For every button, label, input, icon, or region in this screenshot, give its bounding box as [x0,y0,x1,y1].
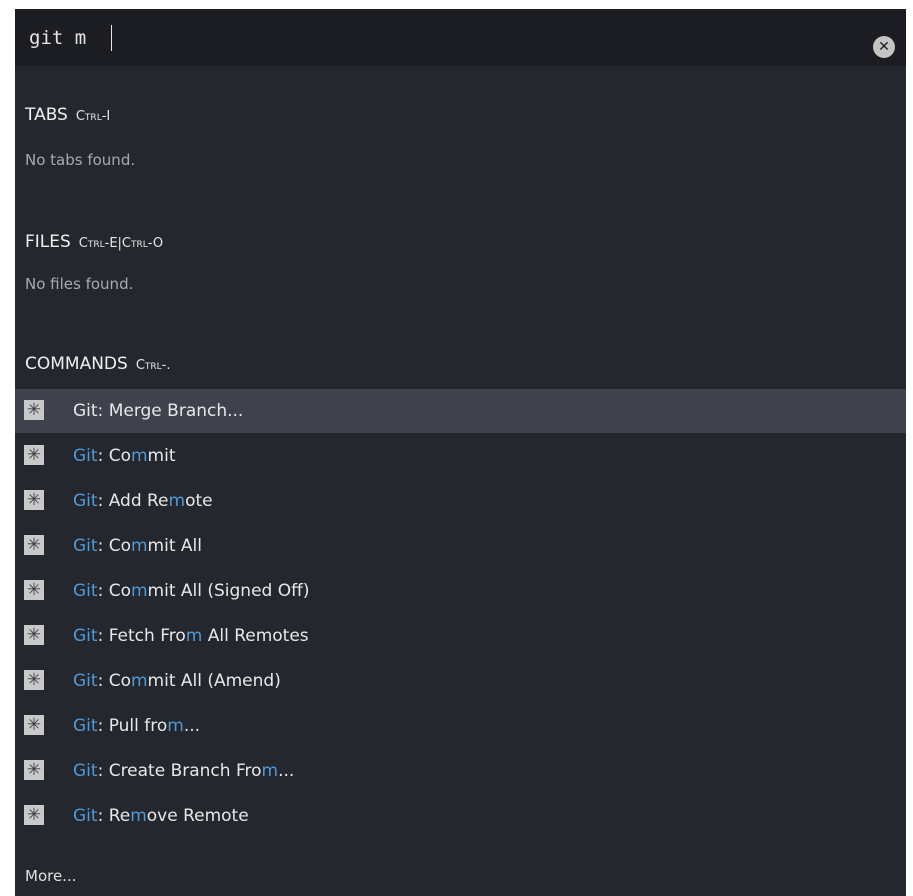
command-icon: ✳ [24,805,44,825]
command-palette: ✕ TABS Ctrl-I No tabs found. FILES Ctrl-E|… [15,9,906,896]
command-item[interactable]: ✳ Git: Fetch From All Remotes [15,614,906,658]
command-label: Git: Remove Remote [73,794,249,838]
search-bar: ✕ [15,9,906,66]
match-highlight: m [168,491,186,511]
command-label: Git: Commit All (Amend) [73,659,281,703]
label-text: : Create Branch Fro [97,761,262,781]
match-highlight: Git [73,536,98,556]
label-text: All Remotes [202,626,309,646]
label-text: : Re [97,806,131,826]
clear-search-button[interactable]: ✕ [873,36,895,58]
match-highlight: m [130,446,148,466]
commands-section-title: COMMANDS [25,354,128,374]
match-highlight: Git [73,671,98,691]
tabs-shortcut: Ctrl-I [75,109,111,124]
label-text: mit [147,446,176,466]
command-icon: ✳ [24,625,44,645]
tabs-section-title: TABS [25,105,68,125]
label-text: : Pull fro [97,716,168,736]
match-highlight: Git [73,761,98,781]
command-item[interactable]: ✳ Git: Remove Remote [15,794,906,838]
label-text: : Co [97,671,131,691]
search-input[interactable] [29,23,849,53]
match-highlight: Git [73,446,98,466]
label-text: : Fetch Fro [97,626,186,646]
command-item[interactable]: ✳ Git: Commit All [15,524,906,568]
command-icon: ✳ [24,670,44,690]
commands-section-header: COMMANDS Ctrl-. [25,351,171,377]
match-highlight: m [185,626,203,646]
match-highlight: Git [73,581,98,601]
command-item[interactable]: ✳ Git: Add Remote [15,479,906,523]
command-icon: ✳ [24,445,44,465]
command-item[interactable]: ✳ Git: Commit All (Signed Off) [15,569,906,613]
tabs-empty-message: No tabs found. [25,151,136,169]
label-text: ote [185,491,213,511]
match-highlight: m [130,536,148,556]
command-icon: ✳ [24,715,44,735]
command-item[interactable]: ✳ Git: Commit All (Amend) [15,659,906,703]
match-highlight: Git [73,491,98,511]
command-label: Git: Pull from... [73,704,200,748]
label-text: mit All (Signed Off) [147,581,310,601]
commands-shortcut: Ctrl-. [135,358,171,373]
match-highlight: Git [73,716,98,736]
command-icon: ✳ [24,490,44,510]
files-section-title: FILES [25,232,71,252]
label-text: Git: Merge Branch... [73,401,244,421]
command-icon: ✳ [24,580,44,600]
match-highlight: Git [73,626,98,646]
command-label: Git: Create Branch From... [73,749,294,793]
text-caret [111,25,112,51]
match-highlight: m [130,806,147,826]
label-text: : Co [97,446,131,466]
command-label: Git: Commit All [73,524,202,568]
label-text: mit All [147,536,202,556]
label-text: : Add Re [97,491,169,511]
command-label: Git: Commit All (Signed Off) [73,569,309,613]
command-icon: ✳ [24,535,44,555]
command-label: Git: Merge Branch... [73,389,243,433]
command-icon: ✳ [24,400,44,420]
match-highlight: m [261,761,279,781]
label-text: ove Remote [146,806,249,826]
command-label: Git: Fetch From All Remotes [73,614,309,658]
command-label: Git: Commit [73,434,175,478]
match-highlight: m [130,671,148,691]
command-label: Git: Add Remote [73,479,213,523]
tabs-section-header: TABS Ctrl-I [25,102,110,128]
label-text: : Co [97,536,131,556]
files-section-header: FILES Ctrl-E|Ctrl-O [25,229,163,255]
label-text: ... [278,761,295,781]
close-icon: ✕ [878,39,890,55]
label-text: ... [183,716,201,736]
match-highlight: Git [73,806,98,826]
command-icon: ✳ [24,760,44,780]
match-highlight: m [167,716,184,736]
command-item[interactable]: ✳ Git: Commit [15,434,906,478]
files-shortcut: Ctrl-E|Ctrl-O [78,236,164,251]
more-link[interactable]: More... [25,862,77,890]
label-text: mit All (Amend) [147,671,281,691]
files-empty-message: No files found. [25,275,134,293]
command-item[interactable]: ✳ Git: Merge Branch... [15,389,906,433]
command-item[interactable]: ✳ Git: Pull from... [15,704,906,748]
command-item[interactable]: ✳ Git: Create Branch From... [15,749,906,793]
match-highlight: m [130,581,148,601]
label-text: : Co [97,581,131,601]
